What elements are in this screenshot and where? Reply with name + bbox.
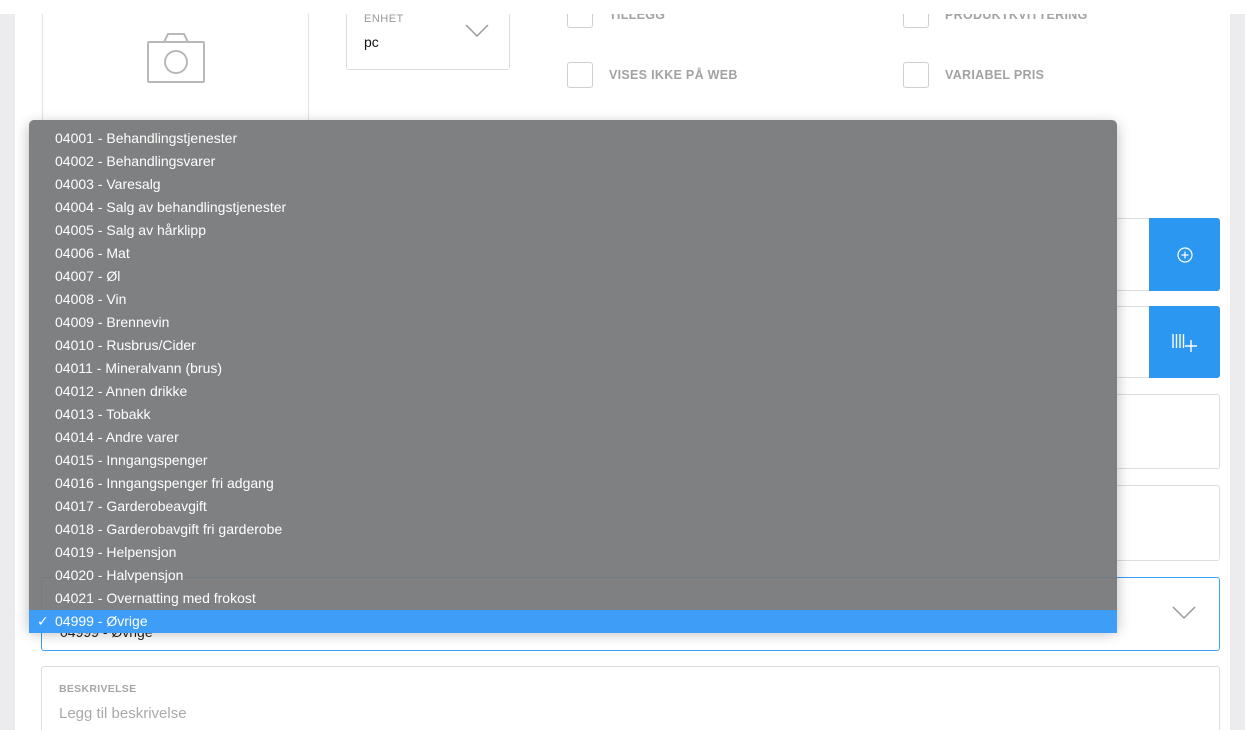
dropdown-option-label: 04019 - Helpensjon — [55, 544, 177, 560]
dropdown-option[interactable]: 04018 - Garderobavgift fri garderobe — [29, 518, 1117, 541]
description-field[interactable]: BESKRIVELSE Legg til beskrivelse — [41, 666, 1220, 730]
unit-label: ENHET — [364, 13, 404, 25]
variabel-pris-checkbox-row[interactable]: VARIABEL PRIS — [903, 62, 1044, 88]
checkmark-icon: ✓ — [37, 613, 49, 629]
add-button[interactable] — [1149, 218, 1220, 291]
dropdown-option-label: 04014 - Andre varer — [55, 429, 179, 445]
dropdown-option[interactable]: 04008 - Vin — [29, 288, 1117, 311]
chevron-down-icon — [465, 24, 489, 38]
dropdown-option[interactable]: 04016 - Inngangspenger fri adgang — [29, 472, 1117, 495]
dropdown-option-label: 04012 - Annen drikke — [55, 383, 188, 399]
left-background — [0, 0, 15, 730]
dropdown-option-label: 04007 - Øl — [55, 268, 121, 284]
dropdown-option[interactable]: 04021 - Overnatting med frokost — [29, 587, 1117, 610]
dropdown-option[interactable]: 04020 - Halvpensjon — [29, 564, 1117, 587]
dropdown-option[interactable]: 04002 - Behandlingsvarer — [29, 150, 1117, 173]
dropdown-option-label: 04018 - Garderobavgift fri garderobe — [55, 521, 283, 537]
photo-upload[interactable] — [42, 0, 309, 125]
dropdown-option[interactable]: 04013 - Tobakk — [29, 403, 1117, 426]
add-circle-icon — [1176, 246, 1193, 263]
camera-icon — [147, 33, 205, 83]
variabel-pris-checkbox[interactable] — [903, 62, 929, 88]
dropdown-option-label: 04999 - Øvrige — [55, 613, 148, 629]
product-form: ENHET pc TILLEGG PRODUKTKVITTERING VISES… — [0, 0, 1245, 730]
description-input[interactable]: Legg til beskrivelse — [59, 705, 187, 722]
dropdown-option[interactable]: 04001 - Behandlingstjenester — [29, 127, 1117, 150]
dropdown-option-label: 04011 - Mineralvann (brus) — [55, 360, 223, 376]
dropdown-option-label: 04005 - Salg av hårklipp — [55, 222, 206, 238]
vises-ikke-paa-web-checkbox-row[interactable]: VISES IKKE PÅ WEB — [567, 62, 738, 88]
dropdown-option-label: 04006 - Mat — [55, 245, 130, 261]
category-dropdown-menu[interactable]: 04001 - Behandlingstjenester 04002 - Beha… — [29, 120, 1117, 633]
dropdown-option[interactable]: 04019 - Helpensjon — [29, 541, 1117, 564]
dropdown-option[interactable]: 04017 - Garderobeavgift — [29, 495, 1117, 518]
right-background — [1230, 0, 1245, 730]
dropdown-option[interactable]: 04006 - Mat — [29, 242, 1117, 265]
dropdown-option[interactable]: 04014 - Andre varer — [29, 426, 1117, 449]
dropdown-option-label: 04021 - Overnatting med frokost — [55, 590, 256, 606]
dropdown-option[interactable]: 04007 - Øl — [29, 265, 1117, 288]
dropdown-option[interactable]: 04009 - Brennevin — [29, 311, 1117, 334]
top-edge — [0, 0, 1245, 14]
variabel-pris-label: VARIABEL PRIS — [945, 68, 1045, 82]
dropdown-option[interactable]: 04011 - Mineralvann (brus) — [29, 357, 1117, 380]
vises-ikke-paa-web-checkbox[interactable] — [567, 62, 593, 88]
dropdown-option-label: 04002 - Behandlingsvarer — [55, 153, 216, 169]
dropdown-option[interactable]: 04005 - Salg av hårklipp — [29, 219, 1117, 242]
dropdown-option-label: 04004 - Salg av behandlingstjenester — [55, 199, 287, 215]
dropdown-option-label: 04003 - Varesalg — [55, 176, 161, 192]
vises-ikke-paa-web-label: VISES IKKE PÅ WEB — [609, 68, 738, 82]
dropdown-option-label: 04008 - Vin — [55, 291, 127, 307]
dropdown-option[interactable]: 04012 - Annen drikke — [29, 380, 1117, 403]
dropdown-option-label: 04020 - Halvpensjon — [55, 567, 184, 583]
barcode-add-icon — [1171, 334, 1197, 352]
unit-value: pc — [364, 34, 379, 50]
dropdown-option-label: 04001 - Behandlingstjenester — [55, 130, 238, 146]
description-label: BESKRIVELSE — [59, 683, 137, 695]
dropdown-option-label: 04009 - Brennevin — [55, 314, 170, 330]
dropdown-option-label: 04013 - Tobakk — [55, 406, 151, 422]
dropdown-option[interactable]: 04010 - Rusbrus/Cider — [29, 334, 1117, 357]
dropdown-option-label: 04015 - Inngangspenger — [55, 452, 208, 468]
add-barcode-button[interactable] — [1149, 306, 1220, 378]
dropdown-option-label: 04010 - Rusbrus/Cider — [55, 337, 196, 353]
dropdown-option[interactable]: 04003 - Varesalg — [29, 173, 1117, 196]
dropdown-option[interactable]: 04015 - Inngangspenger — [29, 449, 1117, 472]
dropdown-option[interactable]: ✓ 04999 - Øvrige — [29, 610, 1117, 633]
chevron-down-icon — [1172, 606, 1196, 620]
dropdown-option[interactable]: 04004 - Salg av behandlingstjenester — [29, 196, 1117, 219]
dropdown-option-label: 04016 - Inngangspenger fri adgang — [55, 475, 274, 491]
dropdown-option-label: 04017 - Garderobeavgift — [55, 498, 207, 514]
